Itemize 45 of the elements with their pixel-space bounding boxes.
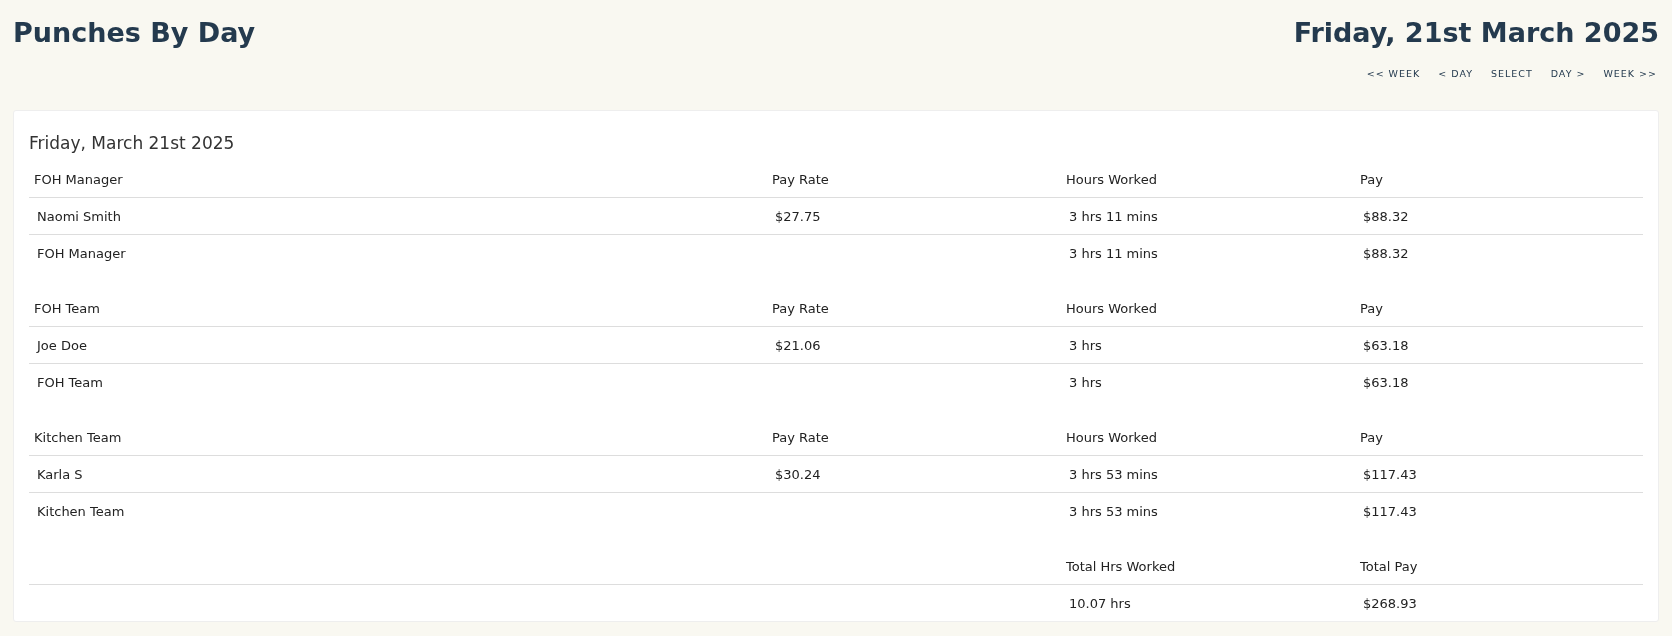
table-cell-text: $117.43 [1362, 503, 1418, 519]
group-heading: FOH Team [33, 300, 101, 316]
employee-name: Naomi Smith [36, 208, 122, 224]
table-cell-text: 3 hrs 53 mins [1068, 503, 1159, 519]
table-cell-text: $117.43 [1362, 466, 1418, 482]
column-header: Total Pay [1359, 558, 1419, 574]
table-cell-text: 3 hrs 11 mins [1068, 245, 1159, 261]
report-date: Friday, March 21st 2025 [29, 133, 236, 153]
group-heading: FOH Manager [33, 171, 124, 187]
column-header: Hours Worked [1065, 300, 1158, 316]
table-cell-text: $63.18 [1362, 337, 1410, 353]
table-cell-text: 3 hrs [1068, 374, 1103, 390]
table-cell-text: 3 hrs 11 mins [1068, 208, 1159, 224]
employee-name: Karla S [36, 466, 84, 482]
group-heading: Kitchen Team [33, 429, 123, 445]
subtotal-label: FOH Team [36, 374, 104, 390]
employee-name: Joe Doe [35, 337, 88, 353]
column-header: Pay [1359, 300, 1384, 316]
subtotal-label: FOH Manager [36, 245, 127, 261]
table-cell-text: $88.32 [1362, 208, 1410, 224]
table-cell-text: $27.75 [774, 208, 822, 224]
nav-link[interactable]: WEEK >> [1603, 68, 1659, 79]
nav-link[interactable]: << WEEK [1366, 68, 1423, 79]
table-cell-text: $88.32 [1362, 245, 1410, 261]
column-header: Hours Worked [1065, 429, 1158, 445]
table-cell-text: $30.24 [774, 466, 822, 482]
column-header: Pay Rate [771, 429, 830, 445]
total-hours: 10.07 hrs [1068, 595, 1132, 611]
current-date: Friday, 21st March 2025 [1293, 16, 1659, 48]
column-header: Pay [1359, 429, 1384, 445]
column-header: Pay Rate [771, 171, 830, 187]
table-cell-text: 3 hrs 53 mins [1068, 466, 1159, 482]
table-cell-text: $21.06 [774, 337, 822, 353]
column-header: Total Hrs Worked [1065, 558, 1177, 574]
table-cell-text: 3 hrs [1068, 337, 1103, 353]
subtotal-label: Kitchen Team [36, 503, 126, 519]
nav-link[interactable]: < DAY [1438, 68, 1475, 79]
total-pay: $268.93 [1362, 595, 1418, 611]
column-header: Hours Worked [1065, 171, 1158, 187]
column-header: Pay Rate [771, 300, 830, 316]
page-title: Punches By Day [13, 16, 256, 48]
column-header: Pay [1359, 171, 1384, 187]
nav-link[interactable]: DAY > [1550, 68, 1588, 79]
table-cell-text: $63.18 [1362, 374, 1410, 390]
nav-link[interactable]: SELECT [1490, 68, 1535, 79]
